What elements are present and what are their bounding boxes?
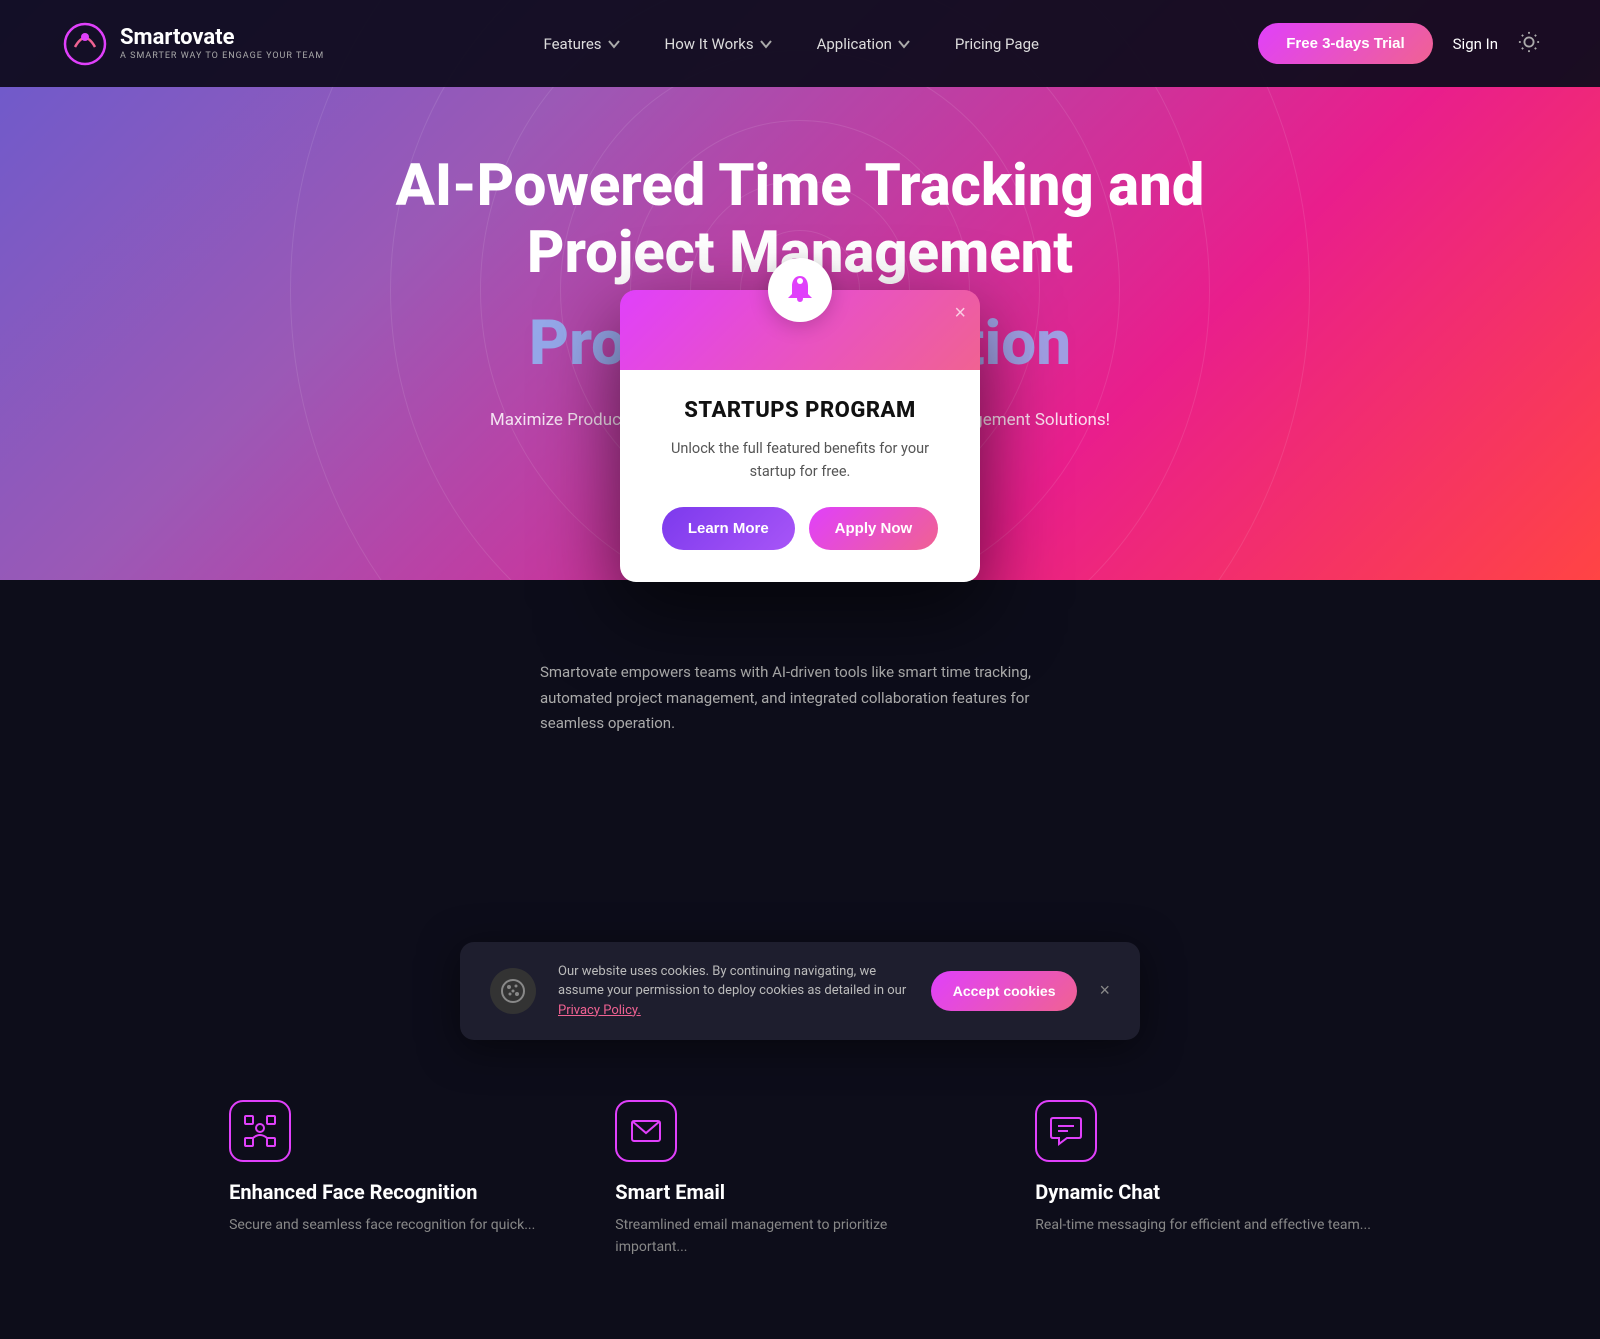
- face-recognition-icon: [243, 1114, 277, 1148]
- logo-tagline: A SMARTER WAY TO ENGAGE YOUR TEAM: [120, 51, 324, 61]
- smart-email-icon-wrap: [615, 1100, 677, 1162]
- theme-toggle[interactable]: [1518, 31, 1540, 57]
- popup-body: STARTUPS PROGRAM Unlock the full feature…: [620, 370, 980, 582]
- feature-1-title: Smart Email: [615, 1180, 955, 1204]
- feature-1-desc: Streamlined email management to prioriti…: [615, 1214, 955, 1259]
- signin-button[interactable]: Sign In: [1453, 35, 1498, 53]
- learn-more-button[interactable]: Learn More: [662, 507, 795, 550]
- popup-title: STARTUPS PROGRAM: [650, 398, 950, 423]
- logo-icon: [60, 19, 110, 69]
- apply-now-button[interactable]: Apply Now: [809, 507, 939, 550]
- privacy-policy-link[interactable]: Privacy Policy.: [558, 1003, 641, 1018]
- nav-features[interactable]: Features: [525, 27, 638, 61]
- feature-smart-email: Smart Email Streamlined email management…: [615, 1100, 955, 1259]
- nav-links: Features How It Works Application Pricin…: [525, 27, 1057, 61]
- navbar: Smartovate A SMARTER WAY TO ENGAGE YOUR …: [0, 0, 1600, 87]
- cookie-text: Our website uses cookies. By continuing …: [558, 962, 909, 1021]
- cookie-icon: [500, 978, 526, 1004]
- nav-how-it-works[interactable]: How It Works: [647, 27, 791, 61]
- logo[interactable]: Smartovate A SMARTER WAY TO ENGAGE YOUR …: [60, 19, 324, 69]
- face-recognition-icon-wrap: [229, 1100, 291, 1162]
- feature-face-recognition: Enhanced Face Recognition Secure and sea…: [229, 1100, 535, 1259]
- feature-dynamic-chat: Dynamic Chat Real-time messaging for eff…: [1035, 1100, 1371, 1259]
- feature-2-title: Dynamic Chat: [1035, 1180, 1371, 1204]
- popup-desc: Unlock the full featured benefits for yo…: [650, 437, 950, 483]
- popup-close-button[interactable]: ×: [954, 302, 966, 325]
- dark-section: Smartovate empowers teams with AI-driven…: [0, 580, 1600, 1080]
- chat-icon-wrap: [1035, 1100, 1097, 1162]
- startups-popup: × STARTUPS PROGRAM Unlock the full featu…: [620, 290, 980, 582]
- feature-0-desc: Secure and seamless face recognition for…: [229, 1214, 535, 1236]
- nav-pricing[interactable]: Pricing Page: [937, 27, 1057, 61]
- logo-name: Smartovate: [120, 26, 324, 50]
- cookie-dismiss-button[interactable]: ×: [1099, 980, 1110, 1001]
- section-content: Smartovate empowers teams with AI-driven…: [100, 660, 1500, 737]
- section-body: Smartovate empowers teams with AI-driven…: [540, 660, 1060, 737]
- features-section: Enhanced Face Recognition Secure and sea…: [0, 1080, 1600, 1339]
- feature-2-desc: Real-time messaging for efficient and ef…: [1035, 1214, 1371, 1236]
- bell-icon: [784, 274, 816, 306]
- chevron-down-icon: [607, 37, 621, 51]
- chevron-down-icon: [759, 37, 773, 51]
- nav-application[interactable]: Application: [799, 27, 929, 61]
- feature-0-title: Enhanced Face Recognition: [229, 1180, 535, 1204]
- chevron-down-icon: [897, 37, 911, 51]
- bell-icon-wrap: [768, 258, 832, 322]
- popup-top: ×: [620, 290, 980, 370]
- cookie-banner: Our website uses cookies. By continuing …: [460, 942, 1140, 1041]
- nav-actions: Free 3-days Trial Sign In: [1258, 23, 1540, 64]
- cookie-icon-wrap: [490, 968, 536, 1014]
- trial-button[interactable]: Free 3-days Trial: [1258, 23, 1432, 64]
- chat-icon: [1049, 1114, 1083, 1148]
- popup-actions: Learn More Apply Now: [650, 507, 950, 550]
- accept-cookies-button[interactable]: Accept cookies: [931, 971, 1078, 1011]
- email-icon: [629, 1114, 663, 1148]
